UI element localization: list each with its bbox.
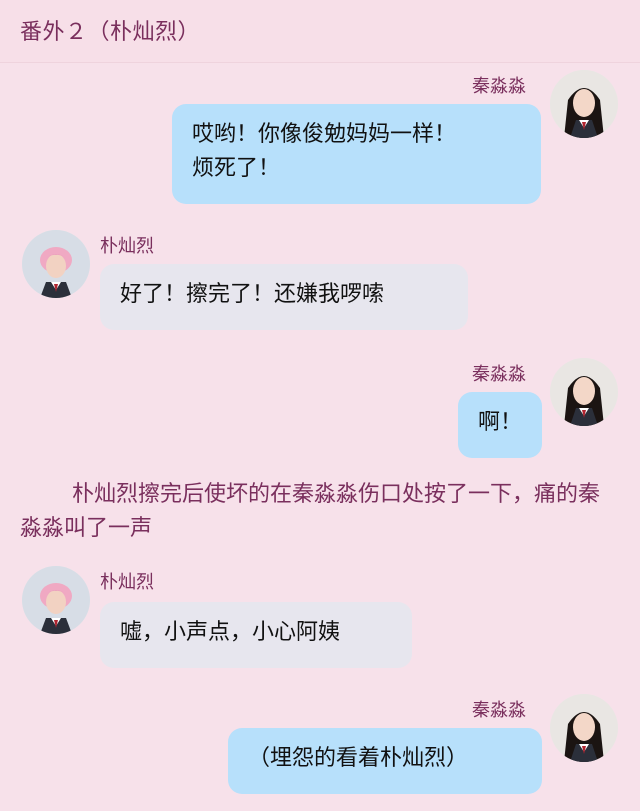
sender-name: 秦淼淼 bbox=[472, 700, 526, 721]
message-bubble: 哎哟！你像俊勉妈妈一样！ 烦死了！ bbox=[172, 104, 541, 204]
message-bubble: 啊！ bbox=[458, 392, 542, 458]
message-bubble: （埋怨的看着朴灿烈） bbox=[228, 728, 542, 794]
boy-pink-hair-avatar-icon[interactable] bbox=[22, 566, 90, 634]
sender-name: 朴灿烈 bbox=[100, 572, 154, 593]
girl-avatar-icon[interactable] bbox=[550, 694, 618, 762]
sender-name: 朴灿烈 bbox=[100, 236, 154, 257]
narration-text: 朴灿烈擦完后使坏的在秦淼淼伤口处按了一下，痛的秦淼淼叫了一声 bbox=[20, 482, 601, 541]
chat-header: 番外２（朴灿烈） bbox=[0, 0, 640, 63]
girl-avatar-icon[interactable] bbox=[550, 358, 618, 426]
boy-pink-hair-avatar-icon[interactable] bbox=[22, 230, 90, 298]
message-bubble: 嘘，小声点，小心阿姨 bbox=[100, 602, 412, 668]
chat-title: 番外２（朴灿烈） bbox=[20, 20, 201, 45]
girl-avatar-icon[interactable] bbox=[550, 70, 618, 138]
message-bubble: 好了！擦完了！还嫌我啰嗦 bbox=[100, 264, 468, 330]
sender-name: 秦淼淼 bbox=[472, 76, 526, 97]
sender-name: 秦淼淼 bbox=[472, 364, 526, 385]
